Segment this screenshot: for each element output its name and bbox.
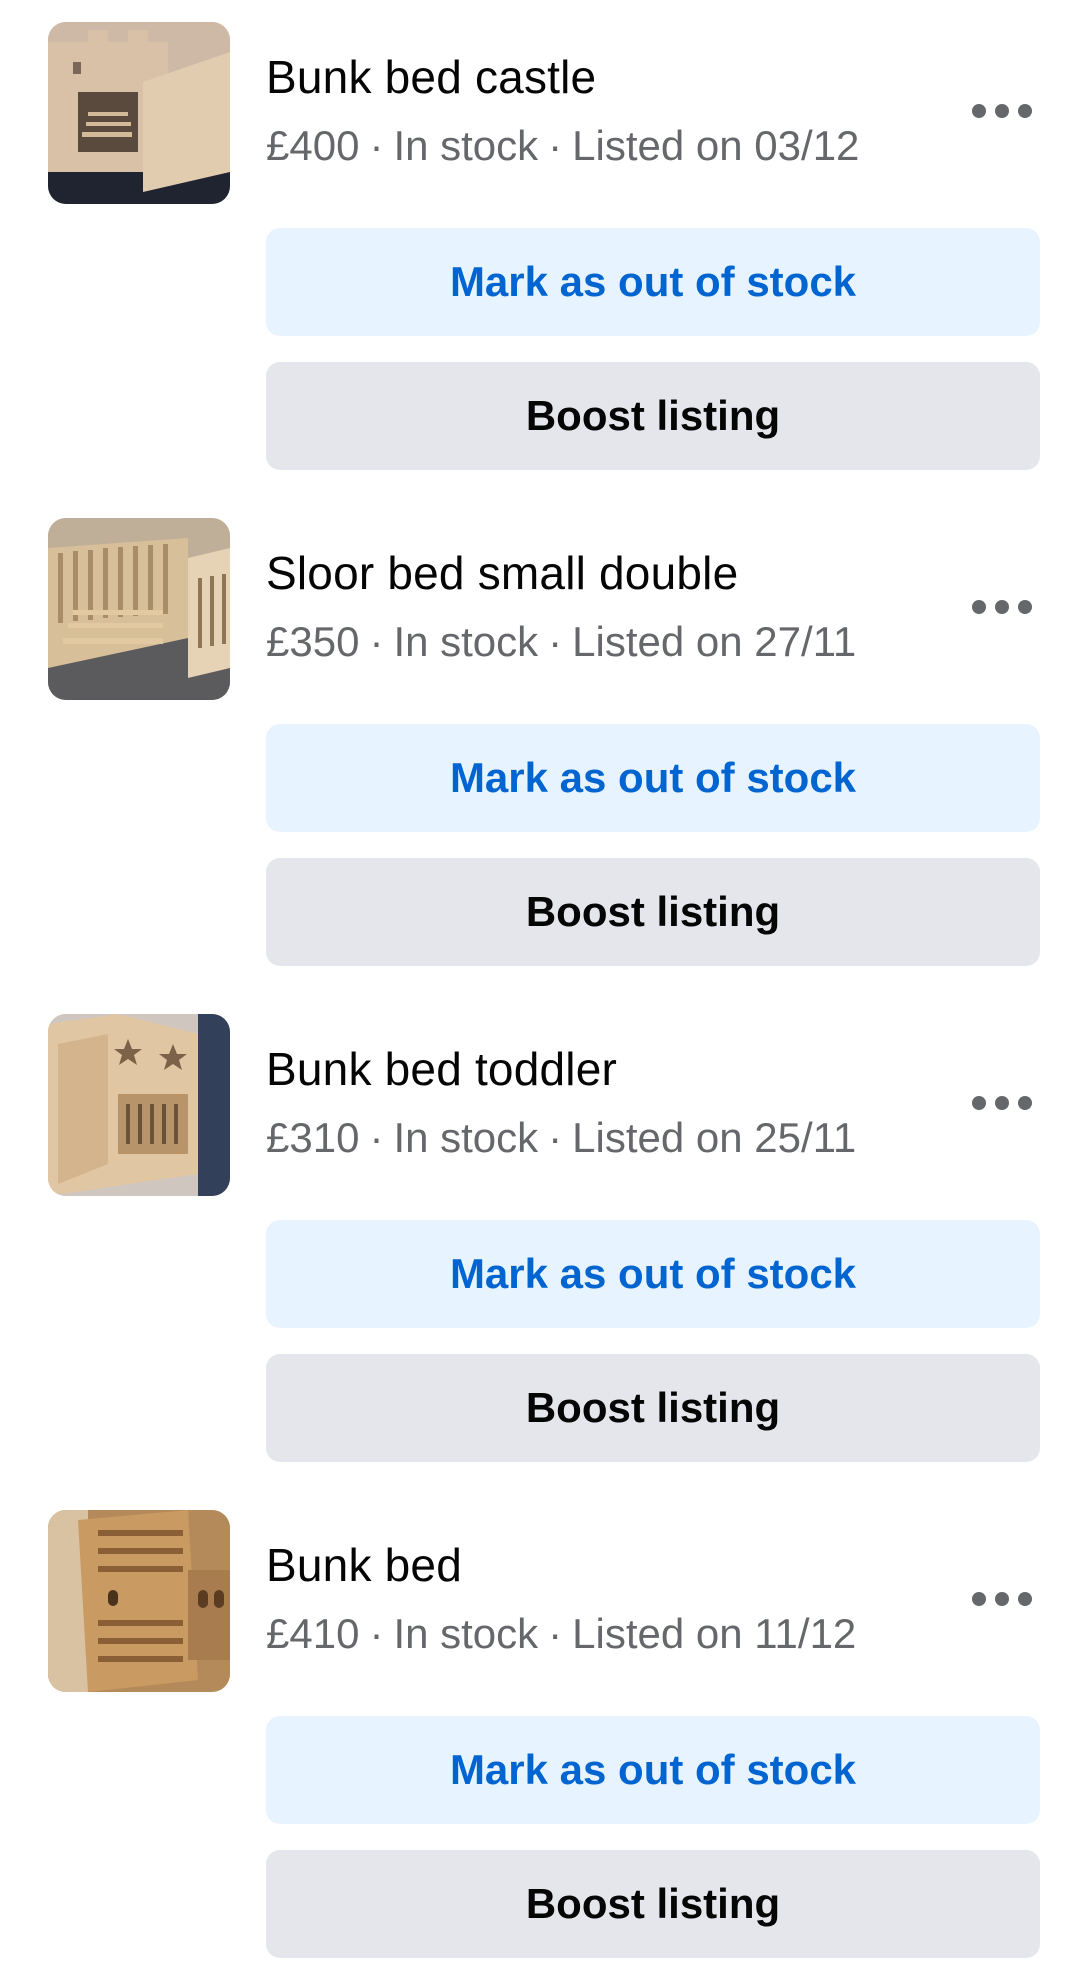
separator: ·: [548, 1114, 563, 1161]
more-options-icon[interactable]: [972, 96, 1032, 126]
listing-date: Listed on 27/11: [572, 618, 857, 665]
boost-listing-button[interactable]: Boost listing: [266, 1850, 1040, 1958]
listing-price: £410: [266, 1610, 360, 1657]
separator: ·: [369, 122, 384, 169]
listing-status: In stock: [393, 1114, 539, 1161]
listing-title[interactable]: Sloor bed small double: [266, 546, 738, 600]
separator: ·: [369, 1114, 384, 1161]
listing-price: £400: [266, 122, 360, 169]
listing-title[interactable]: Bunk bed: [266, 1538, 462, 1592]
separator: ·: [369, 618, 384, 665]
listing-date: Listed on 25/11: [572, 1114, 857, 1161]
listing-date: Listed on 03/12: [572, 122, 860, 169]
separator: ·: [369, 1610, 384, 1657]
more-options-icon[interactable]: [972, 592, 1032, 622]
bunk-bed-castle-image: [48, 22, 230, 204]
boost-listing-button[interactable]: Boost listing: [266, 1354, 1040, 1462]
toddler-bunk-bed-image: [48, 1014, 230, 1196]
listing-item: Bunk bed £410 · In stock · Listed on 11/12 M…: [0, 1488, 1080, 1988]
mark-out-of-stock-button[interactable]: Mark as out of stock: [266, 1220, 1040, 1328]
mark-out-of-stock-button[interactable]: Mark as out of stock: [266, 228, 1040, 336]
listing-meta: £410 · In stock · Listed on 11/12: [266, 1610, 856, 1658]
listing-status: In stock: [393, 122, 539, 169]
boost-listing-button[interactable]: Boost listing: [266, 858, 1040, 966]
listing-date: Listed on 11/12: [572, 1610, 857, 1657]
bunk-bed-image: [48, 1510, 230, 1692]
listing-item: Sloor bed small double £350 · In stock · Lis…: [0, 496, 1080, 996]
boost-listing-button[interactable]: Boost listing: [266, 362, 1040, 470]
listing-item: Bunk bed toddler £310 · In stock · Listed on…: [0, 992, 1080, 1492]
listing-thumbnail[interactable]: [48, 518, 230, 700]
listing-meta: £350 · In stock · Listed on 27/11: [266, 618, 856, 666]
listing-title[interactable]: Bunk bed castle: [266, 50, 596, 104]
listing-price: £310: [266, 1114, 360, 1161]
listing-title[interactable]: Bunk bed toddler: [266, 1042, 617, 1096]
listing-status: In stock: [393, 1610, 539, 1657]
listing-meta: £310 · In stock · Listed on 25/11: [266, 1114, 856, 1162]
listing-thumbnail[interactable]: [48, 1510, 230, 1692]
more-options-icon[interactable]: [972, 1088, 1032, 1118]
listing-meta: £400 · In stock · Listed on 03/12: [266, 122, 859, 170]
listing-status: In stock: [393, 618, 539, 665]
floor-bed-image: [48, 518, 230, 700]
listing-thumbnail[interactable]: [48, 1014, 230, 1196]
mark-out-of-stock-button[interactable]: Mark as out of stock: [266, 1716, 1040, 1824]
listing-thumbnail[interactable]: [48, 22, 230, 204]
separator: ·: [548, 1610, 563, 1657]
separator: ·: [548, 618, 563, 665]
listing-item: Bunk bed castle £400 · In stock · Listed on …: [0, 0, 1080, 500]
separator: ·: [548, 122, 563, 169]
more-options-icon[interactable]: [972, 1584, 1032, 1614]
mark-out-of-stock-button[interactable]: Mark as out of stock: [266, 724, 1040, 832]
listing-price: £350: [266, 618, 360, 665]
